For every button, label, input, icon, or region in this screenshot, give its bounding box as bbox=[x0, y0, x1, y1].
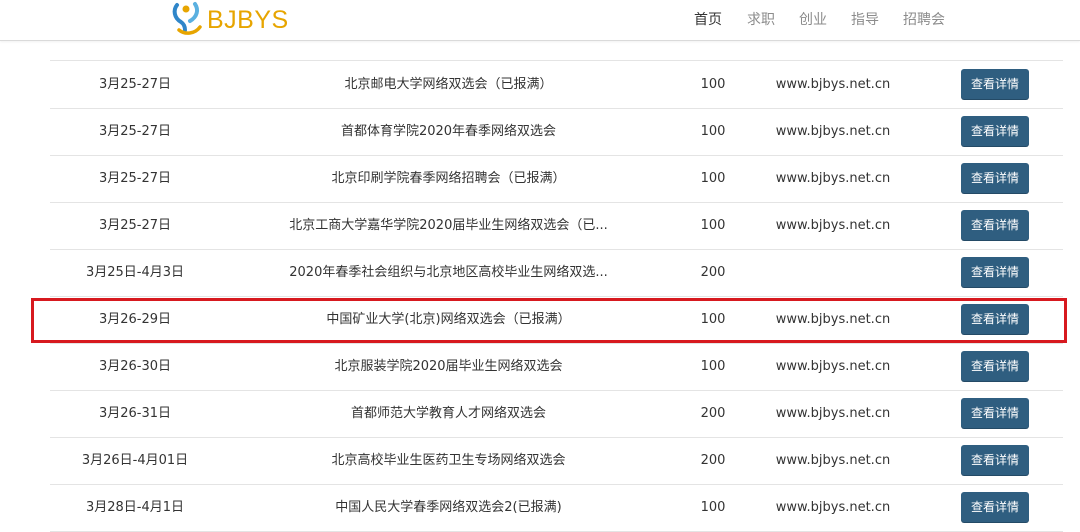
site-header: BJBYS 首页 求职 创业 指导 招聘会 bbox=[0, 0, 1080, 41]
table-cell-quota: 100 bbox=[700, 171, 726, 186]
table-cell-date: 3月25-27日 bbox=[98, 124, 172, 139]
view-details-button[interactable]: 查看详情 bbox=[961, 69, 1029, 99]
table-row: 3月25日-4月3日 2020年春季社会组织与北京地区高校毕业生网络双选... … bbox=[50, 249, 1063, 297]
table-cell-action: 查看详情 bbox=[961, 202, 1029, 249]
table-cell-date: 3月26日-4月01日 bbox=[81, 453, 189, 468]
table-cell-action: 查看详情 bbox=[961, 108, 1029, 155]
table-cell-quota: 100 bbox=[700, 218, 726, 233]
table-cell-date: 3月26-31日 bbox=[98, 406, 172, 421]
nav-home[interactable]: 首页 bbox=[694, 0, 722, 40]
view-details-button[interactable]: 查看详情 bbox=[961, 398, 1029, 428]
table-cell-date: 3月25日-4月3日 bbox=[85, 265, 185, 280]
view-details-button[interactable]: 查看详情 bbox=[961, 163, 1029, 193]
table-cell-website: www.bjbys.net.cn bbox=[775, 124, 891, 139]
table-cell-website: www.bjbys.net.cn bbox=[775, 171, 891, 186]
job-fair-table: 查看详情 3月25-27日 北京邮电大学网络双选会（已报满） 100 www.b… bbox=[0, 0, 1080, 532]
table-cell-website: www.bjbys.net.cn bbox=[775, 500, 891, 515]
table-row: 3月25-27日 首都体育学院2020年春季网络双选会 100 www.bjby… bbox=[50, 108, 1063, 156]
view-details-button[interactable]: 查看详情 bbox=[961, 445, 1029, 475]
table-cell-action: 查看详情 bbox=[961, 249, 1029, 296]
table-cell-action: 查看详情 bbox=[961, 155, 1029, 202]
table-cell-title: 中国人民大学春季网络双选会2(已报满) bbox=[335, 500, 562, 515]
table-cell-date: 3月25-27日 bbox=[98, 218, 172, 233]
view-details-button[interactable]: 查看详情 bbox=[961, 492, 1029, 522]
table-row: 3月26-30日 北京服装学院2020届毕业生网络双选会 100 www.bjb… bbox=[50, 343, 1063, 391]
table-cell-title: 北京工商大学嘉华学院2020届毕业生网络双选会（已... bbox=[289, 218, 608, 233]
table-cell-quota: 100 bbox=[700, 124, 726, 139]
table-cell-date: 3月26-30日 bbox=[98, 359, 172, 374]
table-cell-title: 北京服装学院2020届毕业生网络双选会 bbox=[334, 359, 563, 374]
table-cell-title: 2020年春季社会组织与北京地区高校毕业生网络双选... bbox=[289, 265, 608, 280]
table-cell-quota: 200 bbox=[700, 453, 726, 468]
table-cell-quota: 200 bbox=[700, 265, 726, 280]
table-row: 3月25-27日 北京工商大学嘉华学院2020届毕业生网络双选会（已... 10… bbox=[50, 202, 1063, 250]
table-cell-title: 首都师范大学教育人才网络双选会 bbox=[350, 406, 546, 421]
nav-jobs[interactable]: 求职 bbox=[747, 0, 775, 40]
table-cell-date: 3月28日-4月1日 bbox=[85, 500, 185, 515]
table-cell-quota: 200 bbox=[700, 406, 726, 421]
table-row: 3月25-27日 北京邮电大学网络双选会（已报满） 100 www.bjbys.… bbox=[50, 61, 1063, 109]
view-details-button[interactable]: 查看详情 bbox=[961, 257, 1029, 287]
table-row: 3月28日-4月1日 中国人民大学春季网络双选会2(已报满) 100 www.b… bbox=[50, 484, 1063, 532]
nav-guidance[interactable]: 指导 bbox=[851, 0, 879, 40]
table-cell-action: 查看详情 bbox=[961, 61, 1029, 108]
table-cell-website: www.bjbys.net.cn bbox=[775, 406, 891, 421]
table-cell-website bbox=[763, 249, 903, 296]
table-cell-quota: 100 bbox=[700, 359, 726, 374]
table-cell-title: 北京邮电大学网络双选会（已报满） bbox=[344, 77, 553, 92]
table-row: 3月25-27日 北京印刷学院春季网络招聘会（已报满） 100 www.bjby… bbox=[50, 155, 1063, 203]
view-details-button[interactable]: 查看详情 bbox=[961, 116, 1029, 146]
table-cell-website: www.bjbys.net.cn bbox=[775, 359, 891, 374]
logo-text: BJBYS bbox=[207, 6, 289, 34]
table-cell-website: www.bjbys.net.cn bbox=[775, 453, 891, 468]
table-cell-title: 首都体育学院2020年春季网络双选会 bbox=[340, 124, 557, 139]
highlight-box bbox=[31, 298, 1067, 343]
table-cell-date: 3月25-27日 bbox=[98, 77, 172, 92]
table-cell-action: 查看详情 bbox=[961, 484, 1029, 531]
nav-job-fairs[interactable]: 招聘会 bbox=[903, 0, 945, 40]
table-row: 3月26-31日 首都师范大学教育人才网络双选会 200 www.bjbys.n… bbox=[50, 390, 1063, 438]
table-cell-action: 查看详情 bbox=[961, 343, 1029, 390]
table-cell-quota: 100 bbox=[700, 500, 726, 515]
table-cell-website: www.bjbys.net.cn bbox=[775, 218, 891, 233]
nav-startup[interactable]: 创业 bbox=[799, 0, 827, 40]
logo-icon bbox=[172, 2, 202, 35]
view-details-button[interactable]: 查看详情 bbox=[961, 210, 1029, 240]
table-row: 3月26日-4月01日 北京高校毕业生医药卫生专场网络双选会 200 www.b… bbox=[50, 437, 1063, 485]
view-details-button[interactable]: 查看详情 bbox=[961, 351, 1029, 381]
table-cell-title: 北京高校毕业生医药卫生专场网络双选会 bbox=[331, 453, 566, 468]
table-cell-website: www.bjbys.net.cn bbox=[775, 77, 891, 92]
table-cell-action: 查看详情 bbox=[961, 390, 1029, 437]
table-cell-action: 查看详情 bbox=[961, 437, 1029, 484]
table-cell-title: 北京印刷学院春季网络招聘会（已报满） bbox=[331, 171, 566, 186]
table-cell-quota: 100 bbox=[700, 77, 726, 92]
table-cell-date: 3月25-27日 bbox=[98, 171, 172, 186]
